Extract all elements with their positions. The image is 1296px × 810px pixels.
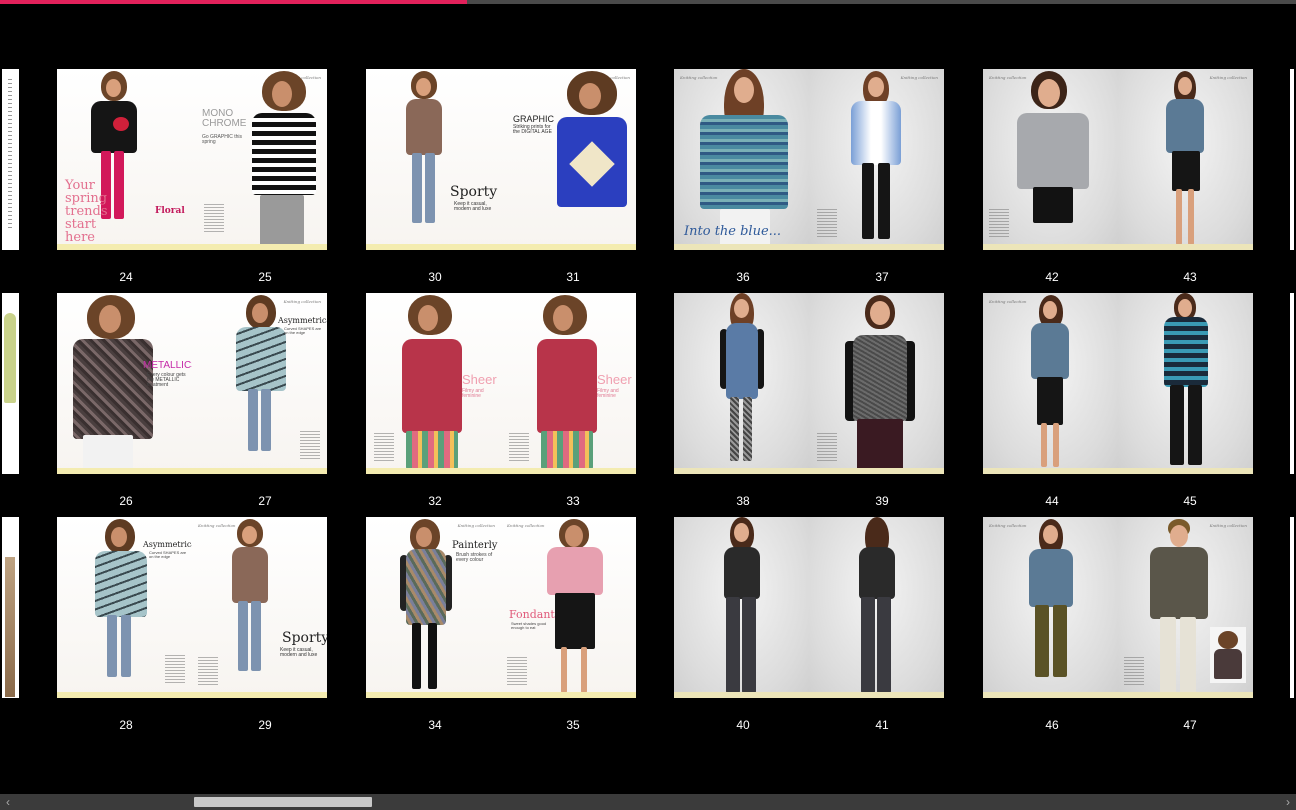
- page-spread-thumbnail[interactable]: Sheer Filmy and feminine Sheer Filmy and…: [366, 293, 636, 474]
- page-heading: Sporty: [282, 630, 327, 646]
- page-heading: Sheer: [462, 372, 497, 387]
- reading-progress-fill: [0, 0, 467, 4]
- page-heading: GRAPHIC: [513, 114, 555, 124]
- page-number: 32: [428, 494, 442, 508]
- magazine-page: Sheer Filmy and feminine: [501, 293, 636, 474]
- magazine-page: [1118, 293, 1253, 474]
- previous-spread-edge[interactable]: [2, 517, 19, 698]
- magazine-page: Knitting collection: [983, 69, 1118, 250]
- page-spread-thumbnail[interactable]: Knitting collection Into the blue... Kni…: [674, 69, 944, 250]
- magazine-page: Knitting collection: [983, 293, 1118, 474]
- page-heading: Asymmetrical: [278, 316, 327, 325]
- page-spread-thumbnail[interactable]: Knitting collection Knitting collection: [983, 517, 1253, 698]
- magazine-page: Sheer Filmy and feminine: [366, 293, 501, 474]
- page-spread-thumbnail[interactable]: [674, 517, 944, 698]
- page-number: 43: [1183, 270, 1197, 284]
- reading-progress-track: [0, 0, 1296, 4]
- page-number: 45: [1183, 494, 1197, 508]
- page-number: 37: [875, 270, 889, 284]
- page-number: 47: [1183, 718, 1197, 732]
- next-spread-edge[interactable]: [1290, 517, 1294, 698]
- page-subhead: Curved SHAPES are on the edge: [149, 550, 187, 559]
- page-number: 36: [736, 270, 750, 284]
- page-subhead: Filmy and feminine: [462, 388, 484, 399]
- page-number: 33: [566, 494, 580, 508]
- page-headline: Your spring trends start here: [65, 178, 108, 245]
- page-number: 31: [566, 270, 580, 284]
- page-number: 28: [119, 718, 133, 732]
- magazine-page: METALLICS Every colour gets the METALLIC…: [57, 293, 192, 474]
- page-number: 27: [258, 494, 272, 508]
- page-subhead: Sweet shades good enough to eat: [511, 621, 547, 630]
- page-heading: Fondant: [509, 608, 555, 621]
- page-number: 46: [1045, 718, 1059, 732]
- magazine-page: Knitting collection Into the blue...: [674, 69, 809, 250]
- previous-spread-edge[interactable]: [2, 69, 19, 250]
- page-number: 42: [1045, 270, 1059, 284]
- page-subhead: Go GRAPHIC this spring: [202, 134, 243, 145]
- page-heading: Into the blue...: [684, 224, 782, 239]
- magazine-page: Knitting collection: [983, 517, 1118, 698]
- page-spread-thumbnail[interactable]: Knitting collection Knitting collection: [983, 69, 1253, 250]
- page-spread-thumbnail[interactable]: [674, 293, 944, 474]
- page-number: 44: [1045, 494, 1059, 508]
- next-spread-edge[interactable]: [1290, 69, 1294, 250]
- page-number: 38: [736, 494, 750, 508]
- page-heading: Painterly: [452, 540, 498, 551]
- page-subhead: Keep it casual, modern and luxe: [280, 647, 318, 658]
- magazine-page: [674, 293, 809, 474]
- page-spread-thumbnail[interactable]: Asymmetrical Curved SHAPES are on the ed…: [57, 517, 327, 698]
- page-number: 40: [736, 718, 750, 732]
- page-spread-thumbnail[interactable]: Your spring trends start here Floral Kni…: [57, 69, 327, 250]
- page-subhead: Curved SHAPES are on the edge: [284, 326, 322, 335]
- page-number: 30: [428, 270, 442, 284]
- magazine-page: Knitting collection Asymmetrical Curved …: [192, 293, 327, 474]
- next-spread-edge[interactable]: [1290, 293, 1294, 474]
- page-headline: MONO CHROME: [202, 108, 247, 129]
- page-number: 26: [119, 494, 133, 508]
- page-subhead: Every colour gets the METALLIC treatment: [147, 372, 186, 388]
- previous-spread-edge[interactable]: [2, 293, 19, 474]
- horizontal-scrollbar[interactable]: ‹ ›: [0, 794, 1296, 810]
- magazine-page: Knitting collection: [1118, 69, 1253, 250]
- magazine-page: Asymmetrical Curved SHAPES are on the ed…: [57, 517, 192, 698]
- magazine-page: [809, 517, 944, 698]
- scroll-left-icon[interactable]: ‹: [0, 794, 16, 810]
- page-heading: Sheer: [597, 372, 632, 387]
- page-spread-thumbnail[interactable]: Knitting collection: [983, 293, 1253, 474]
- magazine-page: Knitting collection Sporty Keep it casua…: [192, 517, 327, 698]
- magazine-page: [674, 517, 809, 698]
- scroll-right-icon[interactable]: ›: [1280, 794, 1296, 810]
- page-spread-thumbnail[interactable]: METALLICS Every colour gets the METALLIC…: [57, 293, 327, 474]
- magazine-page: Knitting collection MONO CHROME Go GRAPH…: [192, 69, 327, 250]
- page-spread-thumbnail[interactable]: Knitting collection Painterly Brush stro…: [366, 517, 636, 698]
- page-subhead: Keep it casual, modern and luxe: [454, 201, 492, 212]
- page-heading: Floral: [155, 206, 185, 216]
- page-subhead: Brush strokes of every colour: [456, 552, 493, 563]
- page-subhead: Striking prints for the DIGITAL AGE: [513, 124, 552, 135]
- page-spread-thumbnail[interactable]: Sporty Keep it casual, modern and luxe K…: [366, 69, 636, 250]
- page-subhead: Filmy and feminine: [597, 388, 619, 399]
- page-number: 39: [875, 494, 889, 508]
- page-number: 41: [875, 718, 889, 732]
- page-number: 29: [258, 718, 272, 732]
- page-number: 35: [566, 718, 580, 732]
- magazine-page: Sporty Keep it casual, modern and luxe: [366, 69, 501, 250]
- magazine-page: Knitting collection Fondant Sweet shades…: [501, 517, 636, 698]
- page-number: 25: [258, 270, 272, 284]
- page-number: 34: [428, 718, 442, 732]
- magazine-page: Knitting collection: [1118, 517, 1253, 698]
- page-heading: Asymmetrical: [143, 540, 192, 549]
- magazine-page: Knitting collection: [809, 69, 944, 250]
- page-heading: METALLICS: [143, 360, 192, 371]
- magazine-page: Knitting collection Painterly Brush stro…: [366, 517, 501, 698]
- magazine-page: [809, 293, 944, 474]
- page-heading: Sporty: [450, 184, 498, 200]
- page-number: 24: [119, 270, 133, 284]
- magazine-page: Knitting collection GRAPHIC Striking pri…: [501, 69, 636, 250]
- scrollbar-thumb[interactable]: [194, 797, 372, 807]
- magazine-page: Your spring trends start here Floral: [57, 69, 192, 250]
